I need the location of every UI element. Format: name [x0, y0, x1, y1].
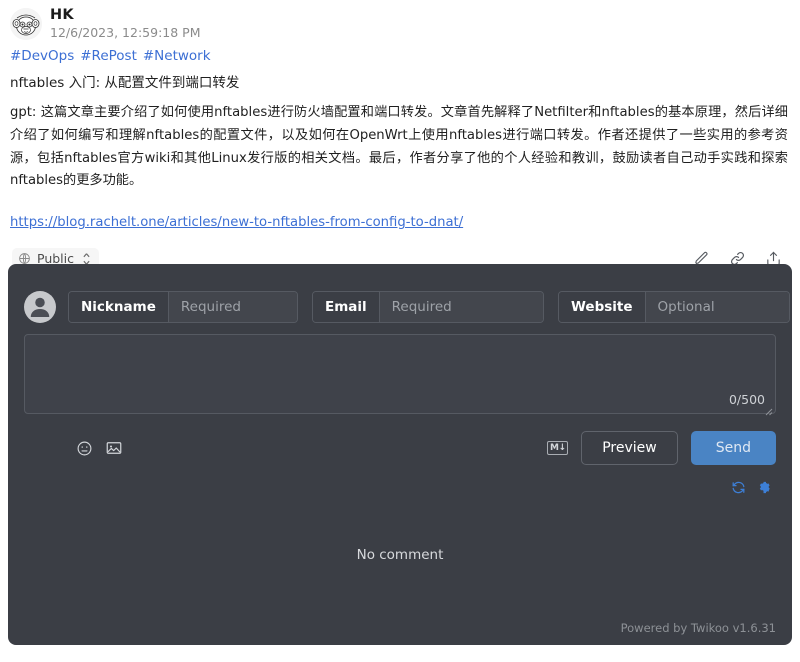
- nickname-field-group: Nickname: [68, 291, 298, 323]
- email-label: Email: [313, 292, 380, 322]
- post-timestamp: 12/6/2023, 12:59:18 PM: [50, 24, 201, 40]
- comment-submit-tools: M↓ Preview Send: [547, 431, 776, 465]
- powered-by-label: Powered by Twikoo v1.6.31: [620, 621, 776, 635]
- nickname-input[interactable]: [168, 292, 297, 322]
- nickname-label: Nickname: [69, 292, 169, 322]
- author-block: HK 12/6/2023, 12:59:18 PM: [50, 6, 200, 40]
- tag-devops[interactable]: #DevOps: [10, 48, 74, 64]
- website-field-group: Website: [558, 291, 790, 323]
- default-user-avatar-icon[interactable]: [24, 291, 56, 323]
- image-icon[interactable]: [105, 439, 123, 457]
- website-label: Website: [559, 292, 646, 322]
- post-title: nftables 入门: 从配置文件到端口转发: [10, 75, 240, 92]
- comment-textarea[interactable]: [25, 335, 775, 413]
- refresh-icon[interactable]: [731, 480, 746, 495]
- send-button[interactable]: Send: [690, 431, 776, 465]
- comment-textarea-wrap: 0/500: [24, 334, 776, 416]
- website-input[interactable]: [645, 292, 789, 322]
- comment-action-row: M↓ Preview Send: [8, 414, 792, 465]
- post-header: HK 12/6/2023, 12:59:18 PM: [0, 0, 800, 40]
- tag-repost[interactable]: #RePost: [80, 48, 137, 64]
- post-tags: #DevOps #RePost #Network: [0, 40, 800, 64]
- post-body: gpt: 这篇文章主要介绍了如何使用nftables进行防火墙配置和端口转发。文…: [10, 105, 788, 189]
- email-field-group: Email: [312, 291, 544, 323]
- comment-tools: [24, 439, 123, 457]
- author-name: HK: [50, 7, 74, 23]
- gear-icon[interactable]: [757, 480, 772, 495]
- comment-panel: Nickname Email Website 0/500: [8, 264, 792, 645]
- email-input[interactable]: [379, 292, 543, 322]
- empty-comments-message: No comment: [356, 547, 444, 563]
- emoji-icon[interactable]: [76, 440, 93, 457]
- preview-button[interactable]: Preview: [581, 431, 678, 465]
- monkey-avatar-icon: [10, 8, 42, 40]
- resize-handle[interactable]: [763, 401, 773, 416]
- comment-form-fields-row: Nickname Email Website: [8, 264, 792, 323]
- comment-list-controls: [8, 465, 792, 495]
- page-root: HK 12/6/2023, 12:59:18 PM #DevOps #RePost…: [0, 0, 800, 662]
- markdown-icon[interactable]: M↓: [547, 441, 569, 455]
- tag-network[interactable]: #Network: [143, 48, 211, 64]
- post-link[interactable]: https://blog.rachelt.one/articles/new-to…: [0, 193, 800, 230]
- identity-fields: Nickname Email Website: [68, 291, 790, 323]
